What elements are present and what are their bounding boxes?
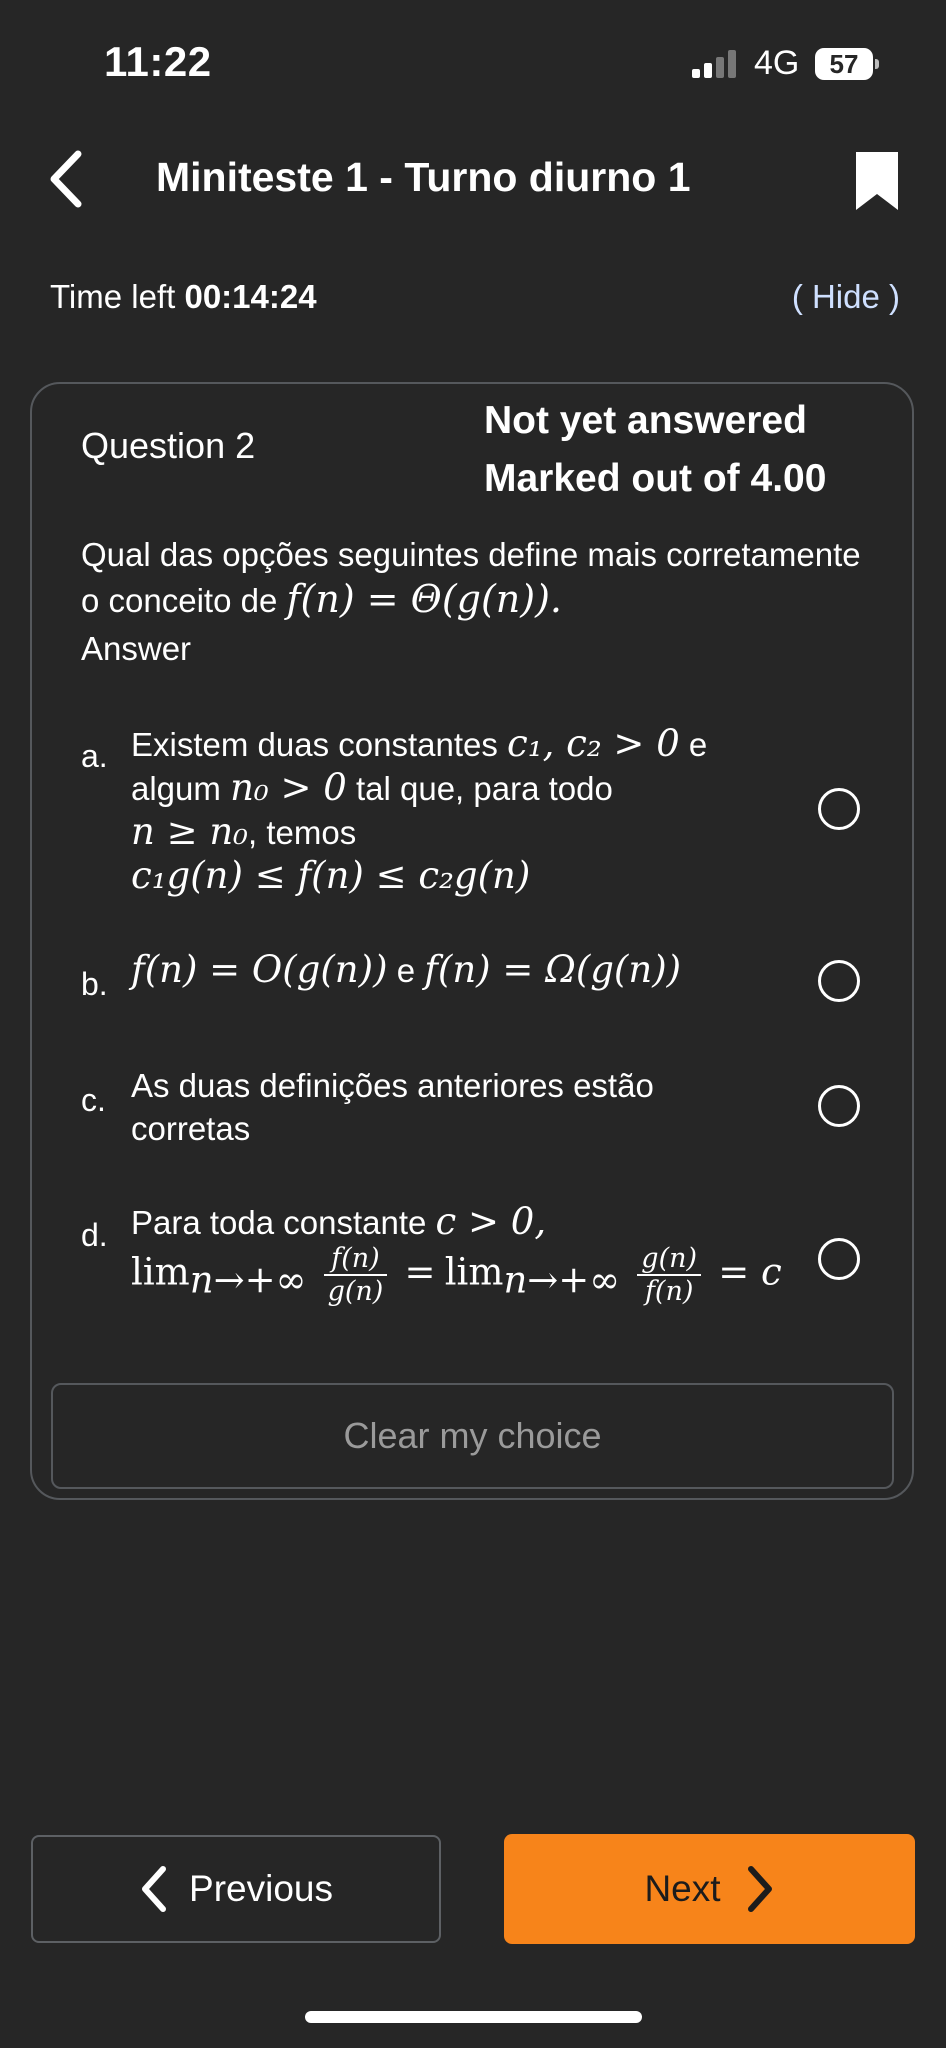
timer-value: 00:14:24 [184,278,317,315]
option-d-lim-sub: n→+∞ [503,1258,621,1302]
option-d-math: = c [718,1250,782,1294]
option-d-lim-sub: n→+∞ [189,1258,307,1302]
clear-choice-button[interactable]: Clear my choice [51,1383,894,1489]
option-d-lim: lim [444,1250,504,1294]
question-text: Qual das opções seguintes define mais co… [81,533,861,623]
timer: Time left 00:14:24 [50,278,317,316]
option-a-radio[interactable] [818,788,860,830]
option-b-math: f(n) = O(g(n)) [131,948,388,991]
option-c-text[interactable]: As duas definições anteriores estão corr… [131,1064,731,1150]
chevron-left-icon [50,150,82,208]
page-title: Miniteste 1 - Turno diurno 1 [156,154,691,200]
option-a-math: n₀ > 0 [230,766,347,809]
option-a-math: c₁g(n) ≤ f(n) ≤ c₂g(n) [131,854,531,897]
option-c-radio[interactable] [818,1085,860,1127]
battery-level: 57 [829,49,859,79]
option-a-letter: a. [81,738,108,774]
status-time: 11:22 [104,38,212,85]
fraction-denominator: f(n) [644,1276,694,1307]
option-a-part: , temos [248,814,357,851]
question-formula: f(n) = Θ(g(n)). [286,577,563,621]
option-b-radio[interactable] [818,960,860,1002]
fraction-numerator: g(n) [637,1244,702,1276]
battery-icon: 57 [815,48,879,80]
answer-label: Answer [81,630,192,667]
option-d-math: = [404,1250,436,1294]
bookmark-icon[interactable] [854,150,900,212]
option-a-math: c₁, c₂ > 0 [507,722,680,765]
previous-button[interactable]: Previous [31,1835,441,1943]
network-type: 4G [754,44,800,82]
chevron-right-icon [747,1866,772,1912]
previous-label: Previous [189,1868,333,1909]
option-a-text[interactable]: Existem duas constantes c₁, c₂ > 0 e alg… [131,722,771,898]
timer-label: Time left [50,278,176,315]
signal-icon [692,50,736,78]
home-indicator[interactable] [305,2011,642,2023]
option-a-math: n ≥ n₀ [131,810,249,853]
question-marks: Marked out of 4.00 [484,457,827,500]
option-d-fraction: f(n) g(n) [323,1244,388,1308]
option-b-letter: b. [81,966,108,1002]
chevron-left-icon [142,1866,167,1912]
option-d-lim: lim [131,1250,190,1294]
option-d-radio[interactable] [818,1238,860,1280]
next-label: Next [644,1868,721,1909]
option-a-part: tal que, para todo [355,770,613,807]
hide-timer-button[interactable]: ( Hide ) [792,278,900,316]
option-d-math: c > 0, [435,1200,547,1243]
back-button[interactable] [44,148,94,210]
option-a-part: Existem duas constantes [131,726,498,763]
option-b-math: f(n) = Ω(g(n)) [424,948,682,991]
fraction-numerator: f(n) [323,1244,388,1276]
fraction-denominator: g(n) [327,1276,384,1307]
option-d-letter: d. [81,1217,108,1253]
next-button[interactable]: Next [504,1834,915,1944]
answer-state: Not yet answered [484,399,807,442]
question-number: Question 2 [81,425,256,466]
option-b-part: e [396,952,416,989]
option-d-fraction: g(n) f(n) [637,1244,702,1308]
option-b-text[interactable]: f(n) = O(g(n)) e f(n) = Ω(g(n)) [131,948,791,992]
option-c-letter: c. [81,1082,106,1118]
option-d-text[interactable]: Para toda constante c > 0, limn→+∞ f(n) g… [131,1200,811,1308]
question-status: Not yet answered Marked out of 4.00 [484,392,826,508]
option-d-part: Para toda constante [131,1204,427,1241]
